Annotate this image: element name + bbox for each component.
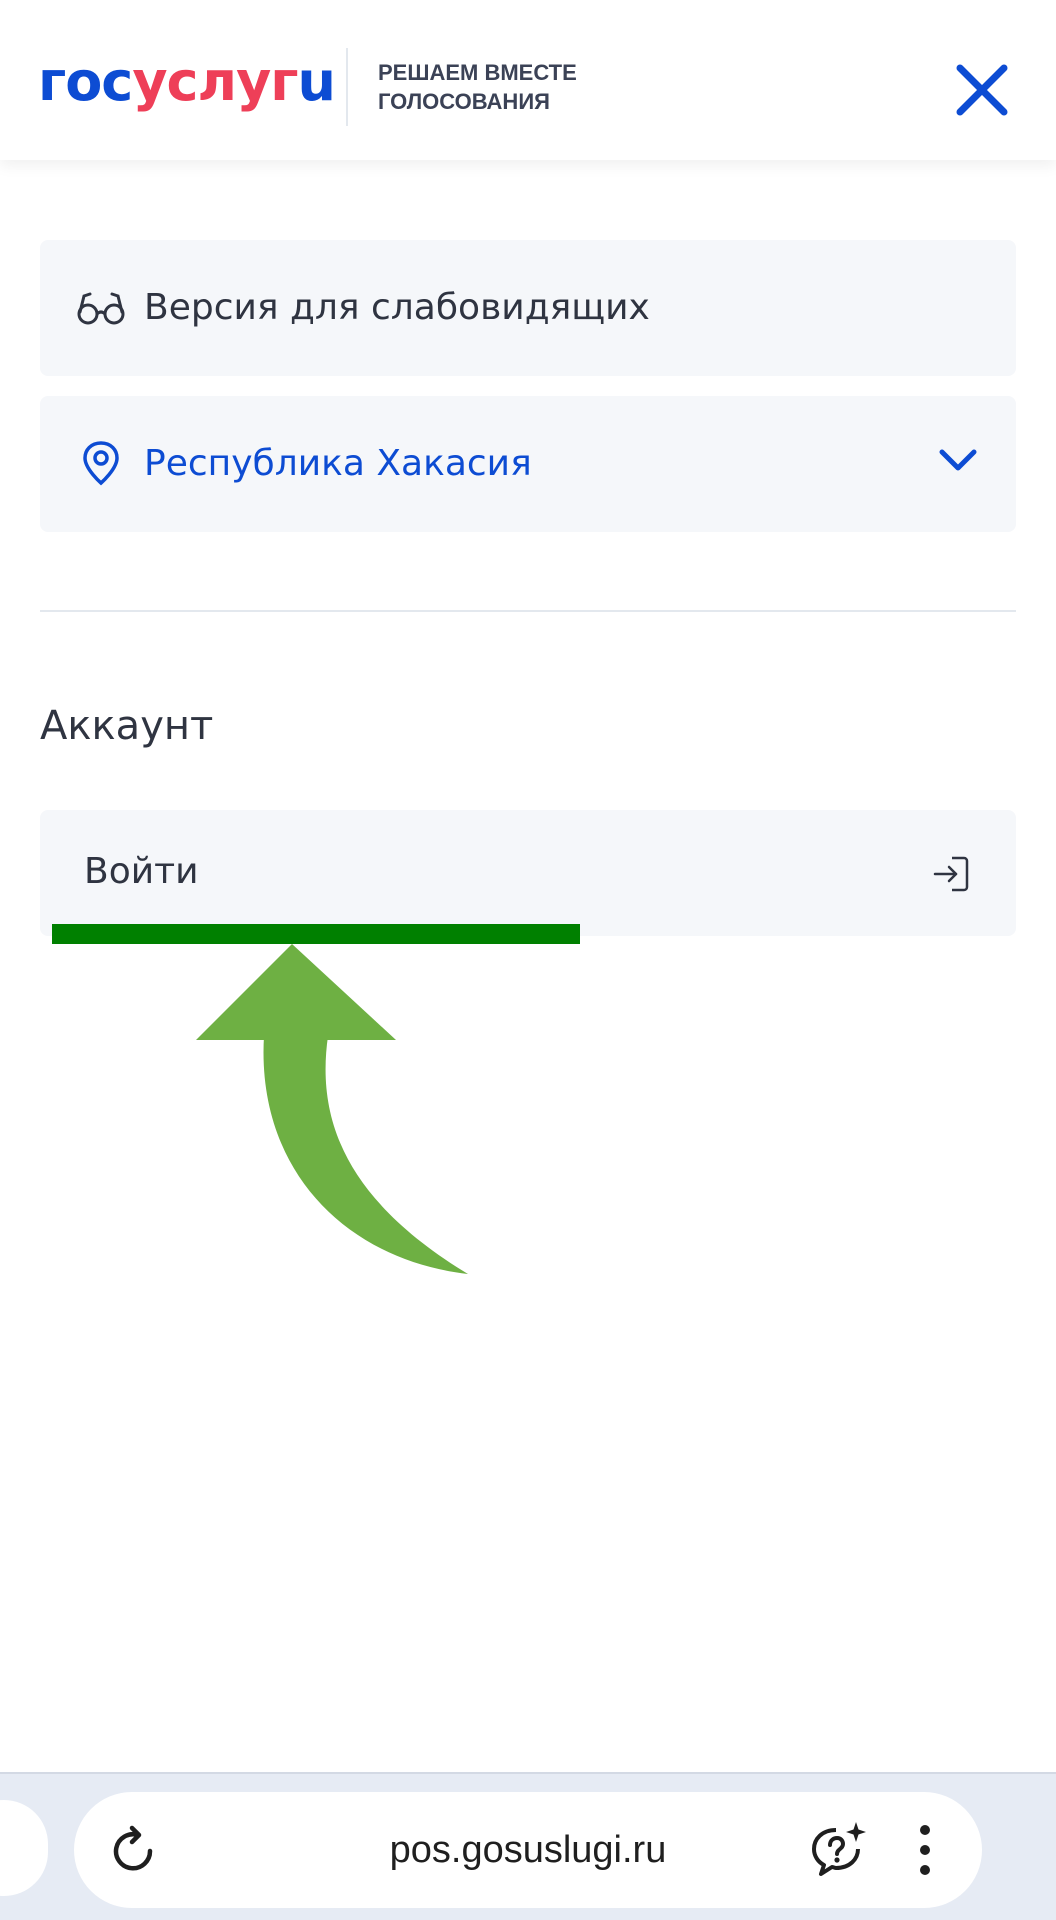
browser-toolbar: pos.gosuslugi.ru	[0, 1772, 1056, 1920]
page: госуслугu РЕШАЕМ ВМЕСТЕ ГОЛОСОВАНИЯ Верс…	[0, 0, 1056, 1920]
address-bar[interactable]: pos.gosuslugi.ru	[74, 1792, 982, 1908]
close-icon	[956, 64, 1008, 116]
assistant-icon[interactable]	[808, 1820, 868, 1880]
region-selector[interactable]: Республика Хакасия	[40, 396, 1016, 532]
tagline: РЕШАЕМ ВМЕСТЕ ГОЛОСОВАНИЯ	[378, 58, 577, 116]
tagline-line-2: ГОЛОСОВАНИЯ	[378, 89, 550, 114]
logo-part-3: u	[297, 50, 336, 113]
header: госуслугu РЕШАЕМ ВМЕСТЕ ГОЛОСОВАНИЯ	[0, 0, 1056, 160]
logo-part-1: гос	[38, 50, 133, 113]
header-divider	[346, 48, 348, 126]
tagline-line-1: РЕШАЕМ ВМЕСТЕ	[378, 60, 577, 85]
tab-switcher-pill[interactable]	[0, 1800, 48, 1896]
annotation-curved-arrow	[196, 944, 468, 1274]
gosuslugi-logo[interactable]: госуслугu	[38, 50, 336, 113]
more-vertical-icon[interactable]	[910, 1822, 940, 1878]
low-vision-label: Версия для слабовидящих	[144, 287, 650, 328]
login-button[interactable]: Войти	[40, 810, 1016, 936]
close-button[interactable]	[950, 58, 1014, 122]
account-section-title: Аккаунт	[40, 703, 214, 749]
glasses-icon	[77, 292, 125, 325]
login-icon	[933, 856, 969, 892]
login-label: Войти	[84, 851, 199, 892]
region-label: Республика Хакасия	[144, 443, 532, 484]
location-pin-icon	[83, 441, 119, 486]
logo-part-2: услуг	[132, 50, 298, 113]
low-vision-version-item[interactable]: Версия для слабовидящих	[40, 240, 1016, 376]
chevron-down-icon	[939, 449, 977, 471]
section-divider	[40, 610, 1016, 612]
